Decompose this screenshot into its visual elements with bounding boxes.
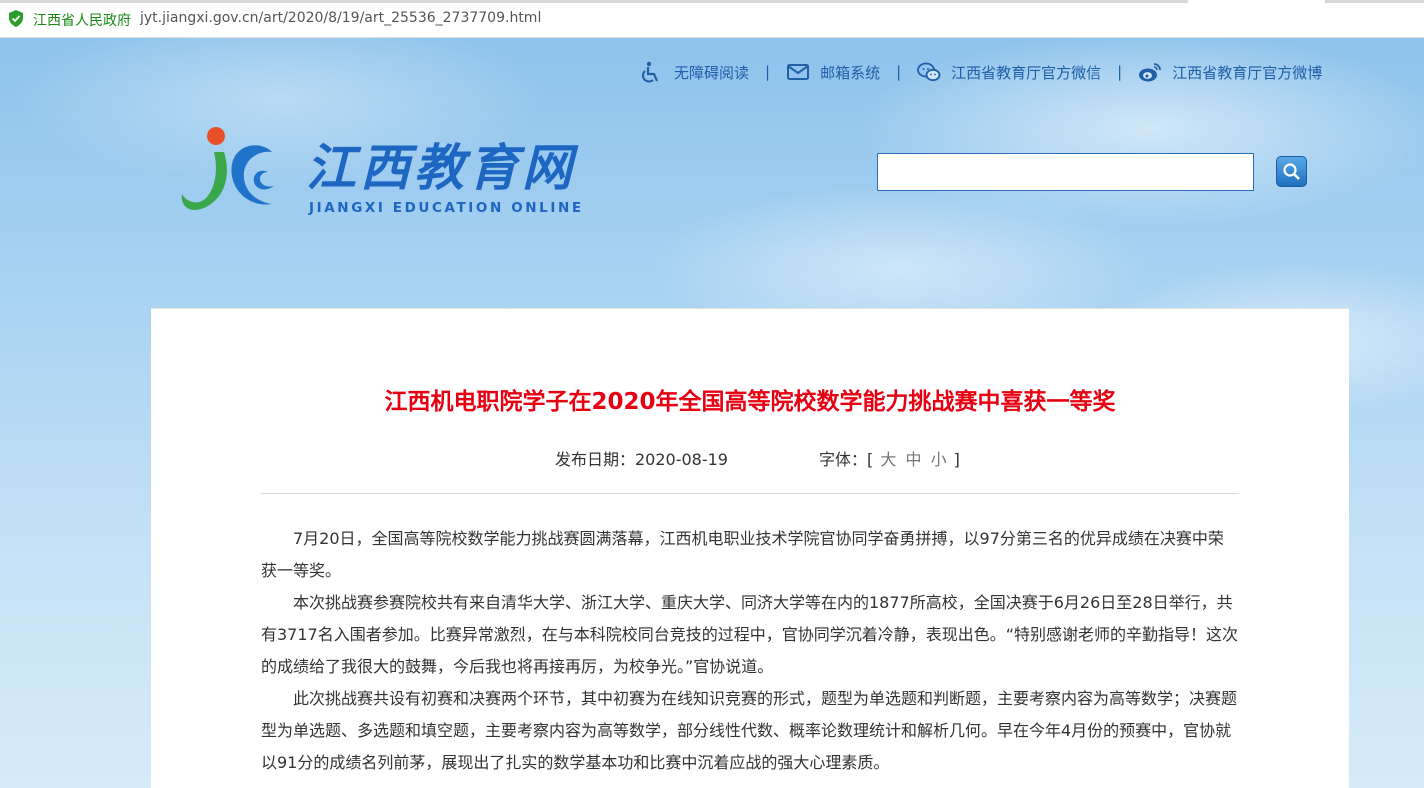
mail-icon bbox=[787, 64, 810, 80]
article-card: 江西机电职院学子在2020年全国高等院校数学能力挑战赛中喜获一等奖 发布日期：2… bbox=[151, 308, 1349, 788]
weibo-label: 江西省教育厅官方微博 bbox=[1172, 63, 1323, 82]
tab-strip-line bbox=[0, 0, 1188, 3]
mail-label: 邮箱系统 bbox=[820, 63, 881, 82]
separator: | bbox=[1117, 63, 1123, 81]
divider bbox=[261, 493, 1239, 494]
site-identity-label[interactable]: 江西省人民政府 bbox=[33, 10, 131, 30]
address-url[interactable]: jyt.jiangxi.gov.cn/art/2020/8/19/art_255… bbox=[140, 10, 541, 26]
accessibility-label: 无障碍阅读 bbox=[674, 63, 750, 82]
article-paragraph: 7月20日，全国高等院校数学能力挑战赛圆满落幕，江西机电职业技术学院官协同学奋勇… bbox=[261, 529, 1224, 580]
font-size-close: ] bbox=[953, 450, 960, 469]
wechat-link[interactable]: 江西省教育厅官方微信 bbox=[917, 61, 1101, 83]
top-links: 无障碍阅读 | 邮箱系统 | 江西省教育厅官方微信 | 江西省教育厅官方微博 bbox=[640, 60, 1322, 84]
publish-date: 发布日期：2020-08-19 bbox=[555, 450, 728, 469]
wechat-icon bbox=[917, 62, 941, 82]
article-body: 7月20日，全国高等院校数学能力挑战赛圆满落幕，江西机电职业技术学院官协同学奋勇… bbox=[261, 523, 1239, 779]
browser-address-bar: 江西省人民政府 jyt.jiangxi.gov.cn/art/2020/8/19… bbox=[0, 0, 1424, 38]
font-size-label: 字体：[ bbox=[819, 450, 874, 469]
tab-strip-line-right bbox=[1325, 0, 1424, 3]
article-paragraph: 此次挑战赛共设有初赛和决赛两个环节，其中初赛为在线知识竞赛的形式，题型为单选题和… bbox=[261, 689, 1238, 772]
accessibility-link[interactable]: 无障碍阅读 bbox=[640, 61, 749, 83]
weibo-link[interactable]: 江西省教育厅官方微博 bbox=[1138, 61, 1322, 83]
jx-emblem-icon bbox=[181, 127, 274, 211]
separator: | bbox=[896, 63, 902, 81]
weibo-icon bbox=[1139, 63, 1162, 82]
accessibility-icon bbox=[642, 61, 659, 83]
font-size-control: 字体：[ 大 中 小 ] bbox=[819, 446, 960, 470]
search-button[interactable] bbox=[1276, 156, 1307, 187]
font-size-medium[interactable]: 中 bbox=[905, 450, 921, 469]
shield-check-icon bbox=[9, 10, 23, 27]
mail-link[interactable]: 邮箱系统 bbox=[786, 61, 880, 83]
article-paragraph: 本次挑战赛参赛院校共有来自清华大学、浙江大学、重庆大学、同济大学等在内的1877… bbox=[261, 593, 1239, 676]
separator: | bbox=[765, 63, 771, 81]
logo-subtitle: JIANGXI EDUCATION ONLINE bbox=[309, 200, 584, 216]
search-icon bbox=[1282, 162, 1300, 180]
logo-title: 江西教育网 bbox=[306, 138, 576, 197]
font-size-small[interactable]: 小 bbox=[931, 450, 947, 469]
search-input[interactable] bbox=[877, 153, 1254, 191]
site-logo[interactable]: 江西教育网 JIANGXI EDUCATION ONLINE bbox=[176, 122, 606, 222]
font-size-large[interactable]: 大 bbox=[880, 450, 896, 469]
wechat-label: 江西省教育厅官方微信 bbox=[951, 63, 1102, 82]
article-title: 江西机电职院学子在2020年全国高等院校数学能力挑战赛中喜获一等奖 bbox=[384, 389, 1116, 415]
